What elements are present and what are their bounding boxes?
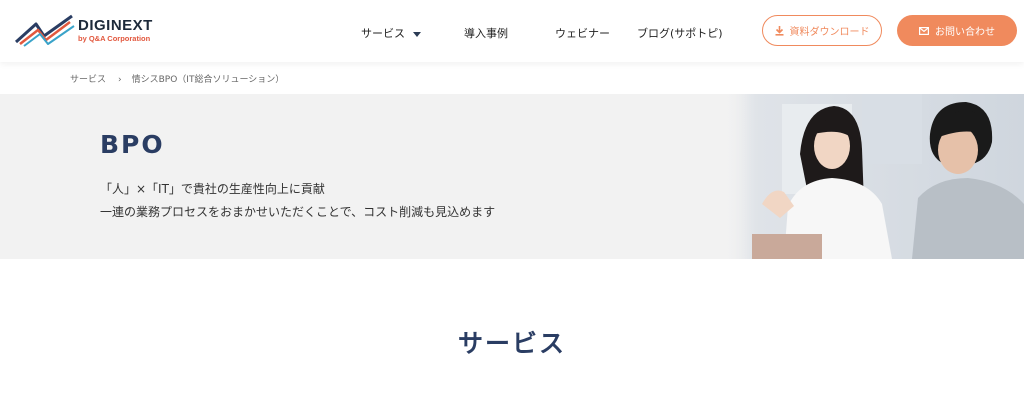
nav-item-label: ウェビナー <box>555 27 610 40</box>
page-title: BPO <box>100 130 165 159</box>
logo-name: DIGINEXT <box>78 17 153 34</box>
chevron-down-icon <box>413 31 421 37</box>
brand-logo[interactable]: DIGINEXT by Q&A Corporation <box>14 14 153 48</box>
nav-item-cases[interactable]: 導入事例 <box>464 25 508 41</box>
site-header: DIGINEXT by Q&A Corporation サービス 導入事例 ウェ… <box>0 0 1024 62</box>
hero-banner: BPO 「人」×「IT」で貴社の生産性向上に貢献 一連の業務プロセスをおまかせい… <box>0 94 1024 259</box>
section-title-services: サービス <box>457 329 566 358</box>
nav-item-label: ブログ(サポトピ) <box>637 27 723 40</box>
nav-item-blog[interactable]: ブログ(サポトピ) <box>637 25 723 41</box>
mail-icon <box>919 26 929 35</box>
logo-mark-icon <box>14 14 75 47</box>
logo-subtitle: by Q&A Corporation <box>78 34 151 43</box>
hero-photo <box>722 94 1024 259</box>
breadcrumb-item-services[interactable]: サービス <box>70 75 106 85</box>
download-button[interactable]: 資料ダウンロード <box>762 15 882 46</box>
download-button-label: 資料ダウンロード <box>789 27 870 38</box>
nav-item-services[interactable]: サービス <box>361 25 421 41</box>
hero-description: 一連の業務プロセスをおまかせいただくことで、コスト削減も見込めます <box>100 205 496 219</box>
download-icon <box>775 25 783 36</box>
nav-item-label: 導入事例 <box>464 27 508 40</box>
breadcrumb: サービス › 情シスBPO（IT総合ソリューション） <box>70 72 284 85</box>
breadcrumb-separator: › <box>118 75 122 85</box>
nav-item-webinar[interactable]: ウェビナー <box>555 25 610 41</box>
contact-button-label: お問い合わせ <box>935 27 995 38</box>
breadcrumb-item-current: 情シスBPO（IT総合ソリューション） <box>131 75 285 85</box>
hero-tagline: 「人」×「IT」で貴社の生産性向上に貢献 <box>100 182 325 196</box>
contact-button[interactable]: お問い合わせ <box>897 15 1017 46</box>
nav-item-label: サービス <box>361 27 405 40</box>
